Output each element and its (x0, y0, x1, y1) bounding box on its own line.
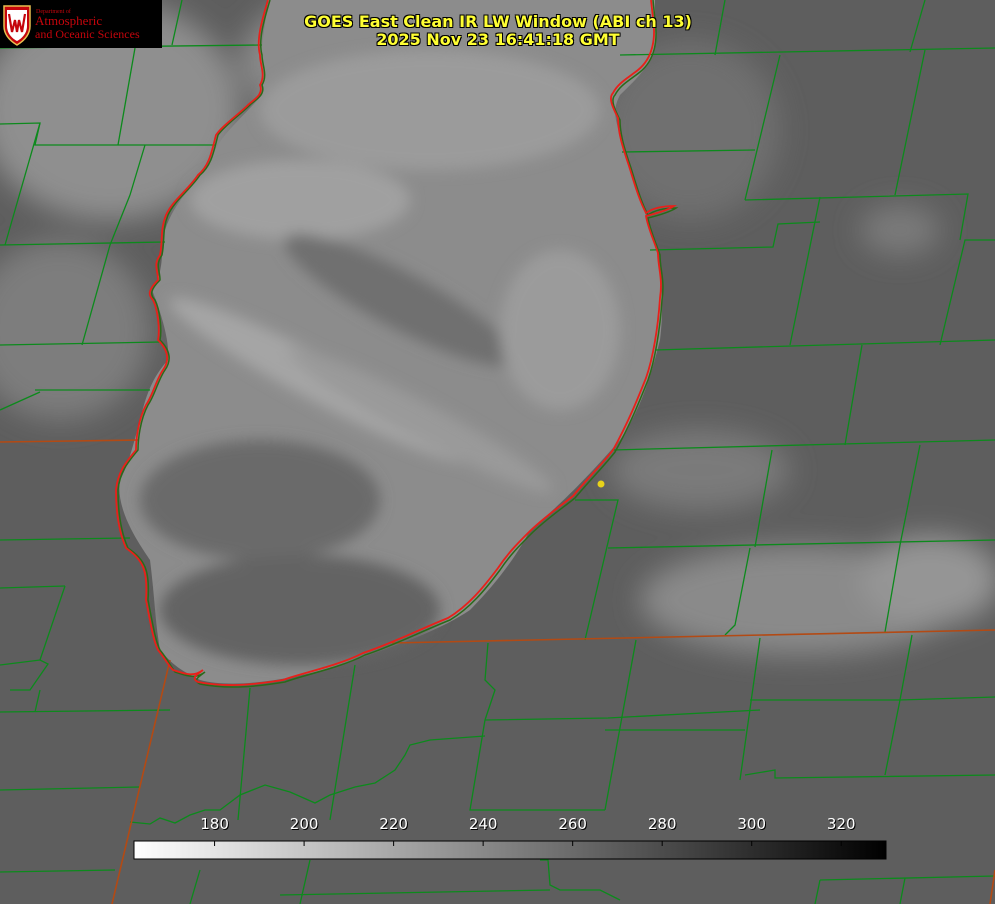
colorbar-tick-label: 180 (200, 815, 229, 833)
colorbar-tick-label: 200 (289, 815, 319, 833)
logo-line2-text: and Oceanic Sciences (35, 27, 140, 41)
colorbar-tick-label: 220 (379, 815, 408, 833)
colorbar-bar (133, 840, 887, 860)
colorbar-tick-label: 320 (826, 815, 856, 833)
satellite-map (0, 0, 995, 904)
image-title: GOES East Clean IR LW Window (ABI ch 13) (304, 12, 692, 31)
uw-crest-icon (3, 5, 31, 46)
colorbar-tick-label: 260 (558, 815, 587, 833)
station-marker (597, 480, 605, 488)
colorbar-tick-label: 300 (737, 815, 767, 833)
image-timestamp: 2025 Nov 23 16:41:18 GMT (376, 30, 620, 49)
colorbar-tick-label: 240 (468, 815, 498, 833)
uw-aos-logo: Department of Atmospheric and Oceanic Sc… (0, 0, 162, 48)
colorbar (133, 840, 887, 860)
colorbar-tick-label: 280 (647, 815, 677, 833)
